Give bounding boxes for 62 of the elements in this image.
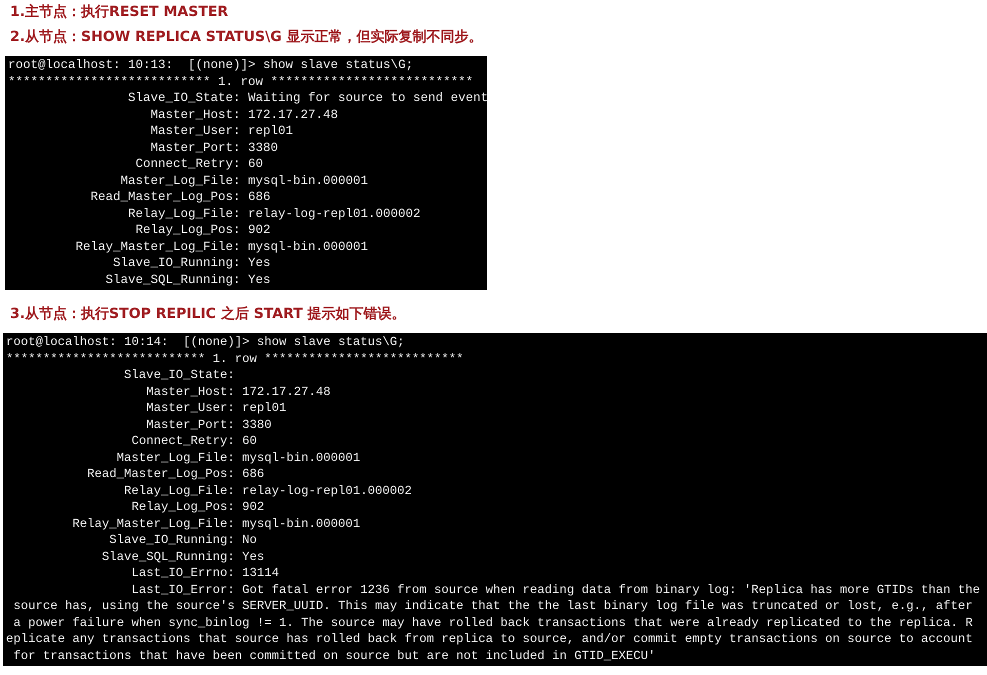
field-value: 686: [242, 466, 264, 482]
field-label: Master_Log_File:: [116, 450, 235, 466]
field-label: Connect_Retry:: [130, 433, 235, 450]
field-label: Read_Master_Log_Pos:: [86, 466, 235, 482]
field-value: mysql-bin.000001: [248, 238, 368, 255]
field-value: relay-log-repl01.000002: [248, 206, 421, 222]
field-value: 902: [242, 499, 264, 516]
error-text-line: a power failure when sync_binlog != 1. The source may have rolled back transactions that were already replicated to the replica. R: [12, 614, 973, 631]
field-label: Slave_SQL_Running:: [104, 272, 241, 288]
field-value: repl01: [248, 123, 294, 140]
field-label: Connect_Retry:: [134, 156, 241, 172]
field-value: repl01: [242, 400, 286, 416]
field-value: Yes: [248, 255, 271, 272]
field-label: Last_IO_Error:: [130, 582, 235, 598]
field-label: Slave_SQL_Running:: [100, 548, 235, 565]
command-line: root@localhost: 10:13: [(none)]> show slave status\G;: [8, 57, 414, 74]
field-value: 172.17.27.48: [242, 384, 331, 400]
field-value: 902: [248, 222, 271, 238]
field-value: No: [242, 532, 257, 548]
field-label: Slave_IO_State:: [123, 367, 235, 384]
field-label: Master_User:: [150, 123, 241, 140]
step-heading: 1.主节点：执行RESET MASTER: [9, 2, 228, 22]
field-label: Relay_Log_File:: [127, 206, 241, 222]
step-heading: 3.从节点：执行STOP REPILIC 之后 START 提示如下错误。: [9, 305, 406, 324]
error-text-line: for transactions that have been committed on source but are not included in GTID_EXECU': [12, 648, 656, 664]
field-label: Master_Host:: [150, 106, 241, 123]
field-value: 60: [242, 433, 257, 450]
field-value: 13114: [242, 565, 280, 582]
field-value: Yes: [248, 272, 271, 288]
field-label: Relay_Log_File:: [123, 482, 235, 499]
field-label: Last_IO_Errno:: [130, 565, 235, 582]
field-label: Slave_IO_Running:: [112, 255, 241, 272]
field-value: 60: [248, 156, 264, 172]
command-line: root@localhost: 10:14: [(none)]> show slave status\G;: [6, 334, 404, 350]
field-label: Read_Master_Log_Pos:: [90, 189, 241, 206]
field-value: mysql-bin.000001: [248, 172, 368, 189]
field-label: Master_Port:: [150, 140, 241, 156]
field-label: Slave_IO_State:: [127, 90, 241, 106]
field-label: Relay_Log_Pos:: [134, 222, 241, 238]
field-value: mysql-bin.000001: [242, 516, 360, 532]
field-value: 172.17.27.48: [248, 106, 338, 123]
field-label: Master_Log_File:: [120, 172, 241, 189]
field-value: Got fatal error 1236 from source when reading data from binary log: 'Replica has more GTIDs than the: [242, 582, 980, 598]
field-label: Relay_Log_Pos:: [130, 499, 235, 516]
error-text-line: source has, using the source's SERVER_UUID. This may indicate that the the last binary log file was truncated or lost, e.g., after: [12, 598, 973, 614]
field-value: mysql-bin.000001: [242, 450, 360, 466]
field-value: 3380: [248, 140, 278, 156]
field-label: Master_Port:: [145, 416, 235, 433]
field-label: Relay_Master_Log_File:: [74, 238, 241, 255]
field-value: 3380: [242, 416, 272, 433]
step-heading: 2.从节点：SHOW REPLICA STATUS\G 显示正常，但实际复制不同步。: [9, 28, 483, 47]
field-label: Master_User:: [145, 400, 235, 416]
field-label: Slave_IO_Running:: [108, 532, 235, 548]
row-header-text: *************************** 1. row ***************************: [8, 74, 474, 90]
field-value: Yes: [242, 548, 264, 565]
field-value: 686: [248, 189, 271, 206]
field-value: relay-log-repl01.000002: [242, 482, 412, 499]
row-header-text: *************************** 1. row ***************************: [6, 350, 464, 367]
field-value: Waiting for source to send event: [248, 90, 488, 106]
field-label: Relay_Master_Log_File:: [71, 516, 235, 532]
error-text-line: eplicate any transactions that source has rolled back from replica to source, and/or commit empty transactions on source to account: [6, 631, 973, 648]
field-label: Master_Host:: [145, 384, 235, 400]
